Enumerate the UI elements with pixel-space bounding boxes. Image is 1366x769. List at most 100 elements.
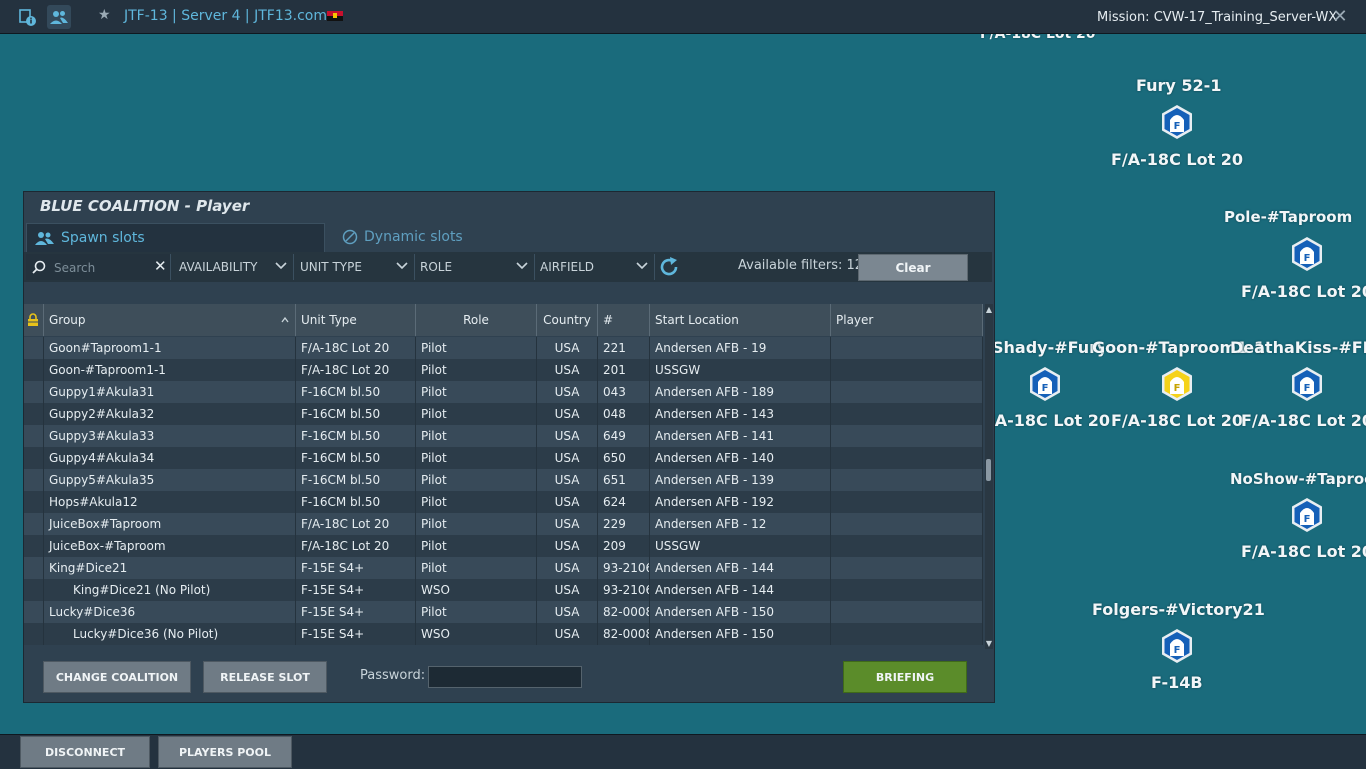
- table-row[interactable]: Guppy5#Akula35 F-16CM bl.50 Pilot USA 651 And…: [24, 469, 983, 491]
- start-location-cell: Andersen AFB - 19: [650, 337, 831, 359]
- aircraft-marker-icon[interactable]: F: [1159, 104, 1195, 140]
- refresh-icon[interactable]: [657, 255, 681, 279]
- column-header-unit-type[interactable]: Unit Type: [296, 304, 416, 336]
- search-input[interactable]: [52, 258, 146, 278]
- table-row[interactable]: Hops#Akula12 F-16CM bl.50 Pilot USA 624 Ander…: [24, 491, 983, 513]
- tab-spawn-slots[interactable]: Spawn slots: [26, 223, 325, 253]
- scroll-thumb[interactable]: [986, 459, 991, 481]
- unit-type-cell: F-16CM bl.50: [296, 447, 416, 469]
- players-icon[interactable]: [47, 5, 71, 29]
- country-cell: USA: [537, 535, 598, 557]
- table-scrollbar[interactable]: ▲ ▼: [985, 304, 993, 649]
- country-cell: USA: [537, 491, 598, 513]
- aircraft-marker-icon[interactable]: F: [1159, 628, 1195, 664]
- column-header-role[interactable]: Role: [416, 304, 537, 336]
- flag-icon: [327, 11, 343, 21]
- info-icon[interactable]: [15, 5, 39, 29]
- country-cell: USA: [537, 557, 598, 579]
- lock-cell: [24, 513, 44, 535]
- table-row[interactable]: JuiceBox#Taproom F/A-18C Lot 20 Pilot USA 22…: [24, 513, 983, 535]
- aircraft-marker-icon[interactable]: F: [1289, 236, 1325, 272]
- tab-label: Dynamic slots: [364, 229, 463, 245]
- star-icon[interactable]: ★: [98, 7, 111, 23]
- number-cell: 624: [598, 491, 650, 513]
- aircraft-marker-icon[interactable]: F: [1289, 366, 1325, 402]
- change-coalition-button[interactable]: CHANGE COALITION: [43, 661, 191, 693]
- players-pool-button[interactable]: PLAYERS POOL: [158, 736, 292, 768]
- table-row[interactable]: King#Dice21 F-15E S4+ Pilot USA 93-2106 Ander…: [24, 557, 983, 579]
- player-cell: [831, 381, 983, 403]
- group-cell: Lucky#Dice36: [44, 601, 296, 623]
- table-row[interactable]: Guppy4#Akula34 F-16CM bl.50 Pilot USA 650 And…: [24, 447, 983, 469]
- column-header-number[interactable]: #: [598, 304, 650, 336]
- tab-dynamic-slots[interactable]: Dynamic slots: [334, 223, 534, 251]
- panel-title: BLUE COALITION - Player: [40, 197, 250, 215]
- aircraft-marker-icon[interactable]: F: [1027, 366, 1063, 402]
- disconnect-button[interactable]: DISCONNECT: [20, 736, 150, 768]
- start-location-cell: Andersen AFB - 141: [650, 425, 831, 447]
- lock-cell: [24, 447, 44, 469]
- briefing-button[interactable]: BRIEFING: [843, 661, 967, 693]
- table-row[interactable]: Lucky#Dice36 F-15E S4+ Pilot USA 82-0008 Ande…: [24, 601, 983, 623]
- clear-filters-button[interactable]: Clear: [858, 254, 968, 281]
- marker-type-goon: F/A-18C Lot 20: [1111, 411, 1244, 430]
- close-icon[interactable]: ✕: [1331, 6, 1349, 27]
- column-header-group[interactable]: Group: [44, 304, 296, 336]
- country-cell: USA: [537, 623, 598, 645]
- svg-text:F: F: [1174, 645, 1181, 656]
- player-cell: [831, 623, 983, 645]
- marker-type-pole: F/A-18C Lot 20: [1241, 282, 1366, 301]
- column-header-country[interactable]: Country: [537, 304, 598, 336]
- table-row[interactable]: JuiceBox-#Taproom F/A-18C Lot 20 Pilot USA 2…: [24, 535, 983, 557]
- table-row[interactable]: Goon-#Taproom1-1 F/A-18C Lot 20 Pilot USA 20…: [24, 359, 983, 381]
- column-header-start-location[interactable]: Start Location: [650, 304, 831, 336]
- marker-type-fury: F/A-18C Lot 20: [1111, 150, 1244, 169]
- airfield-dropdown[interactable]: AIRFIELD: [534, 254, 655, 280]
- table-row[interactable]: Guppy3#Akula33 F-16CM bl.50 Pilot USA 649 And…: [24, 425, 983, 447]
- table-row[interactable]: Guppy1#Akula31 F-16CM bl.50 Pilot USA 043 And…: [24, 381, 983, 403]
- table-row[interactable]: Goon#Taproom1-1 F/A-18C Lot 20 Pilot USA 221…: [24, 337, 983, 359]
- selected-aircraft-marker-icon[interactable]: F: [1159, 366, 1195, 402]
- lock-cell: [24, 491, 44, 513]
- lock-cell: [24, 557, 44, 579]
- marker-type-deathakiss: F/A-18C Lot 20: [1241, 411, 1366, 430]
- group-cell: Lucky#Dice36 (No Pilot): [44, 623, 296, 645]
- group-cell: Guppy1#Akula31: [44, 381, 296, 403]
- chevron-down-icon: [516, 262, 528, 270]
- slots-table: Group Unit Type Role Country # Start Loc…: [24, 304, 983, 649]
- password-input[interactable]: [428, 666, 582, 688]
- table-row[interactable]: Lucky#Dice36 (No Pilot) F-15E S4+ WSO USA 82…: [24, 623, 983, 645]
- player-cell: [831, 447, 983, 469]
- role-cell: Pilot: [416, 469, 537, 491]
- player-cell: [831, 579, 983, 601]
- lock-cell: [24, 601, 44, 623]
- country-cell: USA: [537, 359, 598, 381]
- group-cell: Goon-#Taproom1-1: [44, 359, 296, 381]
- table-row[interactable]: Guppy2#Akula32 F-16CM bl.50 Pilot USA 048 And…: [24, 403, 983, 425]
- unit-type-dropdown[interactable]: UNIT TYPE: [294, 254, 415, 280]
- scroll-up-icon[interactable]: ▲: [985, 306, 993, 314]
- role-cell: Pilot: [416, 601, 537, 623]
- role-cell: Pilot: [416, 535, 537, 557]
- table-header: Group Unit Type Role Country # Start Loc…: [24, 304, 983, 336]
- top-bar: ★ JTF-13 | Server 4 | JTF13.com Mission:…: [0, 0, 1366, 34]
- role-dropdown[interactable]: ROLE: [414, 254, 535, 280]
- table-row[interactable]: King#Dice21 (No Pilot) F-15E S4+ WSO USA 93-…: [24, 579, 983, 601]
- scroll-down-icon[interactable]: ▼: [985, 640, 993, 648]
- lock-cell: [24, 579, 44, 601]
- number-cell: 221: [598, 337, 650, 359]
- clear-search-icon[interactable]: ✕: [154, 257, 167, 275]
- tab-label: Spawn slots: [61, 230, 145, 246]
- start-location-cell: Andersen AFB - 150: [650, 601, 831, 623]
- unit-type-cell: F-15E S4+: [296, 623, 416, 645]
- chevron-down-icon: [396, 262, 408, 270]
- country-cell: USA: [537, 513, 598, 535]
- release-slot-button[interactable]: RELEASE SLOT: [203, 661, 327, 693]
- availability-dropdown[interactable]: AVAILABILITY: [173, 254, 294, 280]
- aircraft-marker-icon[interactable]: F: [1289, 497, 1325, 533]
- column-header-player[interactable]: Player: [831, 304, 983, 336]
- unit-type-cell: F/A-18C Lot 20: [296, 359, 416, 381]
- unit-type-cell: F-15E S4+: [296, 601, 416, 623]
- role-cell: Pilot: [416, 381, 537, 403]
- lock-column-header[interactable]: [24, 304, 44, 336]
